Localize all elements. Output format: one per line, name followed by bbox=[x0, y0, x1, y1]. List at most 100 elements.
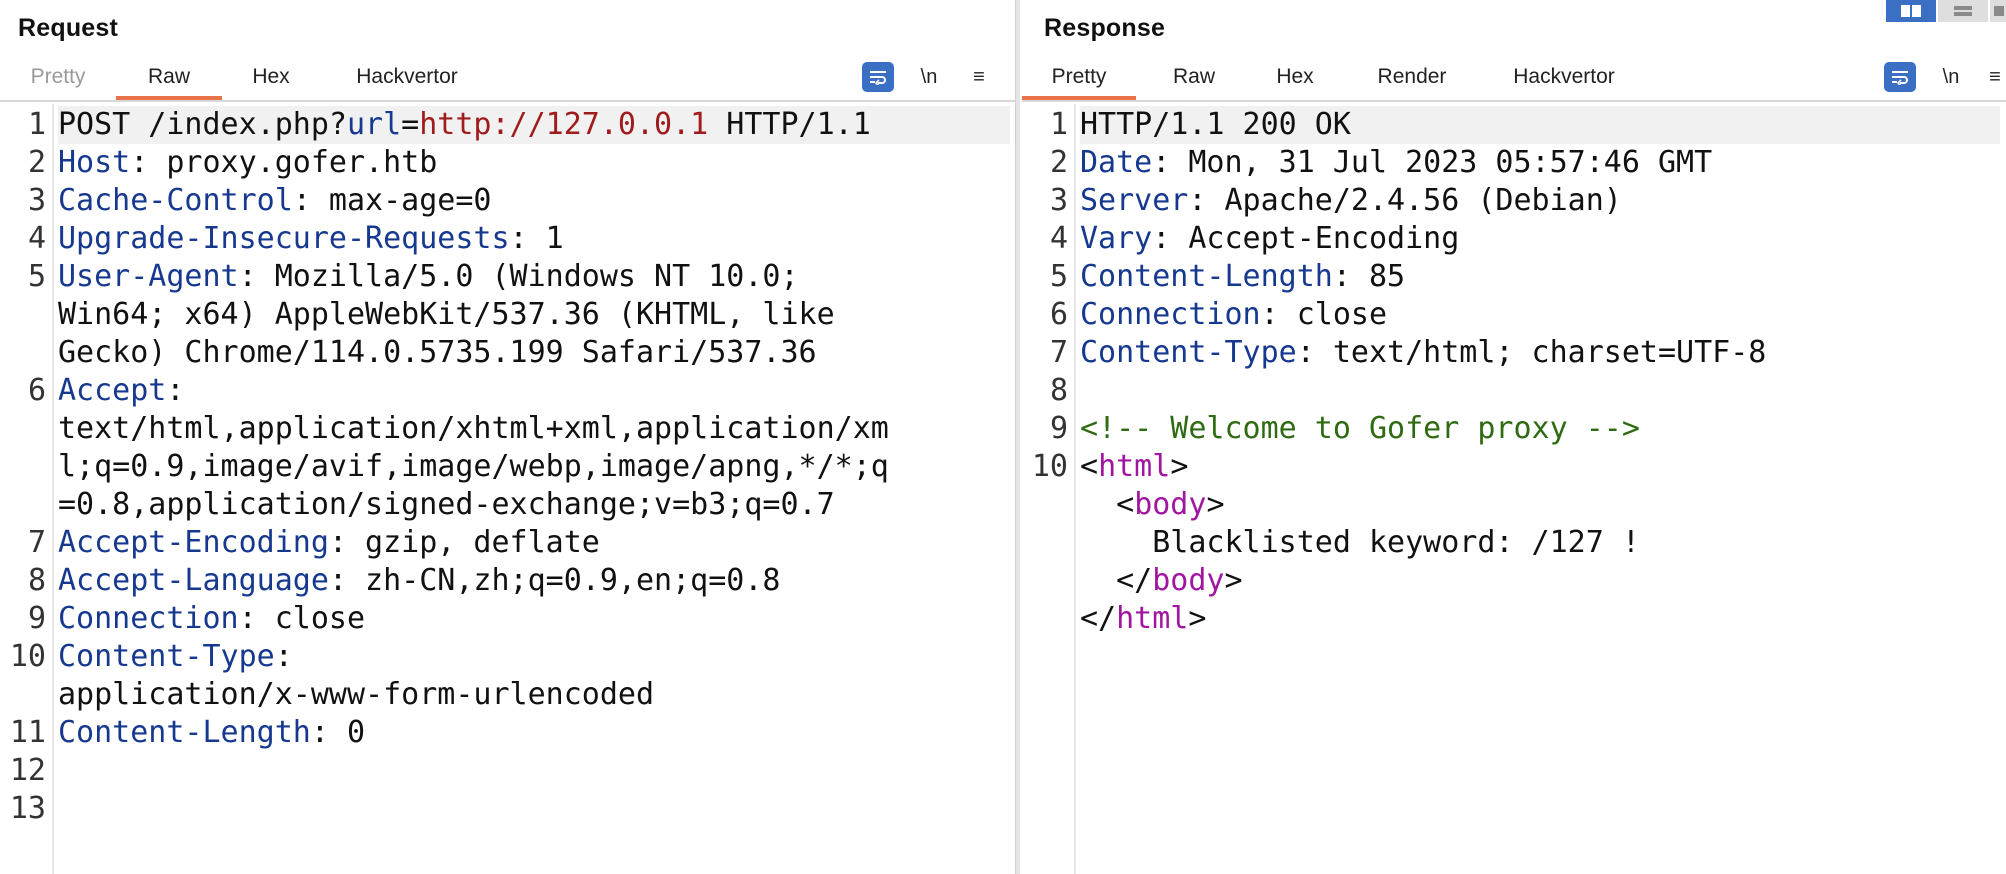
code-line[interactable]: 1 HTTP/1.1 200 OK bbox=[1050, 106, 2000, 144]
code-line[interactable]: application/x-www-form-urlencoded bbox=[58, 676, 1010, 714]
wrap-icon bbox=[1892, 71, 1908, 85]
columns-icon bbox=[1901, 5, 1921, 17]
code-line[interactable]: 8 bbox=[1050, 372, 2000, 410]
code-line[interactable]: 6 Connection: close bbox=[1050, 296, 2000, 334]
code-line[interactable]: </body> bbox=[1080, 562, 2000, 600]
html-comment: <!-- Welcome to Gofer proxy --> bbox=[1080, 411, 1640, 446]
code-line[interactable]: 3 Server: Apache/2.4.56 (Debian) bbox=[1050, 182, 2000, 220]
code-text: =0.8,application/signed-exchange;v=b3;q=… bbox=[58, 487, 835, 522]
response-newline-toggle-button[interactable]: \n bbox=[1938, 62, 1964, 92]
code-line[interactable]: 10 <html> bbox=[1032, 448, 2000, 486]
code-text: < bbox=[1080, 449, 1099, 484]
code-line[interactable]: 2 Host: proxy.gofer.htb bbox=[28, 144, 1010, 182]
header-name: Content-Length bbox=[1080, 259, 1333, 294]
code-text: : max-age=0 bbox=[292, 183, 492, 218]
code-line[interactable]: 13 bbox=[10, 790, 1010, 828]
request-menu-button[interactable]: ≡ bbox=[966, 62, 992, 92]
request-title: Request bbox=[18, 14, 119, 42]
code-line[interactable]: 3 Cache-Control: max-age=0 bbox=[28, 182, 1010, 220]
request-tab-hex[interactable]: Hex bbox=[248, 64, 294, 98]
request-tab-pretty[interactable]: Pretty bbox=[28, 64, 88, 98]
header-name: Vary bbox=[1080, 221, 1153, 256]
html-tag: html bbox=[1116, 601, 1189, 636]
code-line[interactable]: 5 User-Agent: Mozilla/5.0 (Windows NT 10.… bbox=[28, 258, 1010, 296]
code-line[interactable]: 7 Content-Type: text/html; charset=UTF-8 bbox=[1050, 334, 2000, 372]
response-wrap-lines-button[interactable] bbox=[1884, 62, 1916, 92]
line-number: 13 bbox=[9, 791, 46, 826]
response-tab-hackvertor[interactable]: Hackvertor bbox=[1508, 64, 1620, 98]
code-text: : 1 bbox=[509, 221, 564, 256]
request-tab-hackvertor[interactable]: Hackvertor bbox=[352, 64, 462, 98]
code-line[interactable]: Win64; x64) AppleWebKit/537.36 (KHTML, l… bbox=[58, 296, 1010, 334]
code-text: HTTP/1.1 200 OK bbox=[1080, 107, 1351, 142]
rows-icon bbox=[1954, 6, 1972, 16]
code-text: : close bbox=[238, 601, 366, 636]
code-text: > bbox=[1188, 601, 1207, 636]
request-editor[interactable]: 1 POST /index.php?url=http://127.0.0.1 HT… bbox=[0, 104, 1016, 874]
response-tab-hex[interactable]: Hex bbox=[1274, 64, 1316, 98]
header-name: Accept bbox=[58, 373, 167, 408]
response-tab-render[interactable]: Render bbox=[1372, 64, 1452, 98]
header-name: Upgrade-Insecure-Requests bbox=[58, 221, 510, 256]
layout-side-by-side-button[interactable] bbox=[1886, 0, 1936, 22]
code-line[interactable]: Blacklisted keyword: /127 ! bbox=[1080, 524, 2000, 562]
code-line[interactable]: 1 POST /index.php?url=http://127.0.0.1 HT… bbox=[28, 106, 1010, 144]
code-line[interactable]: 10 Content-Type: bbox=[10, 638, 1010, 676]
line-number: 3 bbox=[27, 183, 46, 218]
code-line[interactable]: <body> bbox=[1080, 486, 2000, 524]
code-line[interactable]: 8 Accept-Language: zh-CN,zh;q=0.9,en;q=0.… bbox=[28, 562, 1010, 600]
code-line[interactable]: 9 <!-- Welcome to Gofer proxy --> bbox=[1050, 410, 2000, 448]
line-number: 4 bbox=[1049, 221, 1068, 256]
code-line[interactable]: 4 Vary: Accept-Encoding bbox=[1050, 220, 2000, 258]
line-number: 9 bbox=[1049, 411, 1068, 446]
layout-tabs-button[interactable] bbox=[1990, 0, 2006, 22]
code-line[interactable]: 6 Accept: bbox=[28, 372, 1010, 410]
code-line[interactable]: l;q=0.9,image/avif,image/webp,image/apng… bbox=[58, 448, 1010, 486]
layout-stacked-button[interactable] bbox=[1938, 0, 1988, 22]
code-text: : text/html; charset=UTF-8 bbox=[1296, 335, 1767, 370]
code-line[interactable]: =0.8,application/signed-exchange;v=b3;q=… bbox=[58, 486, 1010, 524]
code-line[interactable]: 4 Upgrade-Insecure-Requests: 1 bbox=[28, 220, 1010, 258]
code-line[interactable]: 12 bbox=[10, 752, 1010, 790]
line-number: 2 bbox=[27, 145, 46, 180]
html-tag: html bbox=[1098, 449, 1171, 484]
response-tab-pretty[interactable]: Pretty bbox=[1022, 64, 1136, 100]
response-tab-raw[interactable]: Raw bbox=[1170, 64, 1218, 98]
code-line[interactable]: </html> bbox=[1080, 600, 2000, 638]
line-number: 4 bbox=[27, 221, 46, 256]
request-code[interactable]: 1 POST /index.php?url=http://127.0.0.1 HT… bbox=[10, 106, 1010, 828]
code-line[interactable]: 7 Accept-Encoding: gzip, deflate bbox=[28, 524, 1010, 562]
line-number: 6 bbox=[1049, 297, 1068, 332]
code-text: POST /index.php? bbox=[58, 107, 347, 142]
header-name: Server bbox=[1080, 183, 1189, 218]
code-line[interactable]: 9 Connection: close bbox=[28, 600, 1010, 638]
header-name: User-Agent bbox=[58, 259, 239, 294]
response-menu-button[interactable]: ≡ bbox=[1984, 62, 2006, 92]
code-text: text/html,application/xhtml+xml,applicat… bbox=[58, 411, 889, 446]
line-number: 6 bbox=[27, 373, 46, 408]
code-text: : close bbox=[1260, 297, 1388, 332]
wrap-icon bbox=[870, 71, 886, 85]
code-text: : bbox=[274, 639, 293, 674]
code-text: : Mon, 31 Jul 2023 05:57:46 GMT bbox=[1152, 145, 1713, 180]
response-pane: Response Pretty Raw Hex Render Hackverto… bbox=[1020, 0, 2006, 874]
code-text: : bbox=[166, 373, 185, 408]
wrap-lines-button[interactable] bbox=[862, 62, 894, 92]
request-tab-raw[interactable]: Raw bbox=[116, 64, 222, 100]
code-line[interactable]: 11 Content-Length: 0 bbox=[10, 714, 1010, 752]
code-line[interactable]: 5 Content-Length: 85 bbox=[1050, 258, 2000, 296]
code-text: = bbox=[401, 107, 420, 142]
code-line[interactable]: 2 Date: Mon, 31 Jul 2023 05:57:46 GMT bbox=[1050, 144, 2000, 182]
line-number: 5 bbox=[1049, 259, 1068, 294]
code-line[interactable]: text/html,application/xhtml+xml,applicat… bbox=[58, 410, 1010, 448]
header-name: Cache-Control bbox=[58, 183, 293, 218]
response-code[interactable]: 1 HTTP/1.1 200 OK 2 Date: Mon, 31 Jul 2023 … bbox=[1032, 106, 2000, 638]
code-line[interactable]: Gecko) Chrome/114.0.5735.199 Safari/537.… bbox=[58, 334, 1010, 372]
code-text: > bbox=[1224, 563, 1243, 598]
response-tabs: Pretty Raw Hex Render Hackvertor \n ≡ bbox=[1022, 56, 2006, 102]
code-text: : gzip, deflate bbox=[328, 525, 600, 560]
line-number: 9 bbox=[27, 601, 46, 636]
header-name: Date bbox=[1080, 145, 1153, 180]
response-editor[interactable]: 1 HTTP/1.1 200 OK 2 Date: Mon, 31 Jul 2023 … bbox=[1018, 104, 2006, 874]
newline-toggle-button[interactable]: \n bbox=[916, 62, 942, 92]
